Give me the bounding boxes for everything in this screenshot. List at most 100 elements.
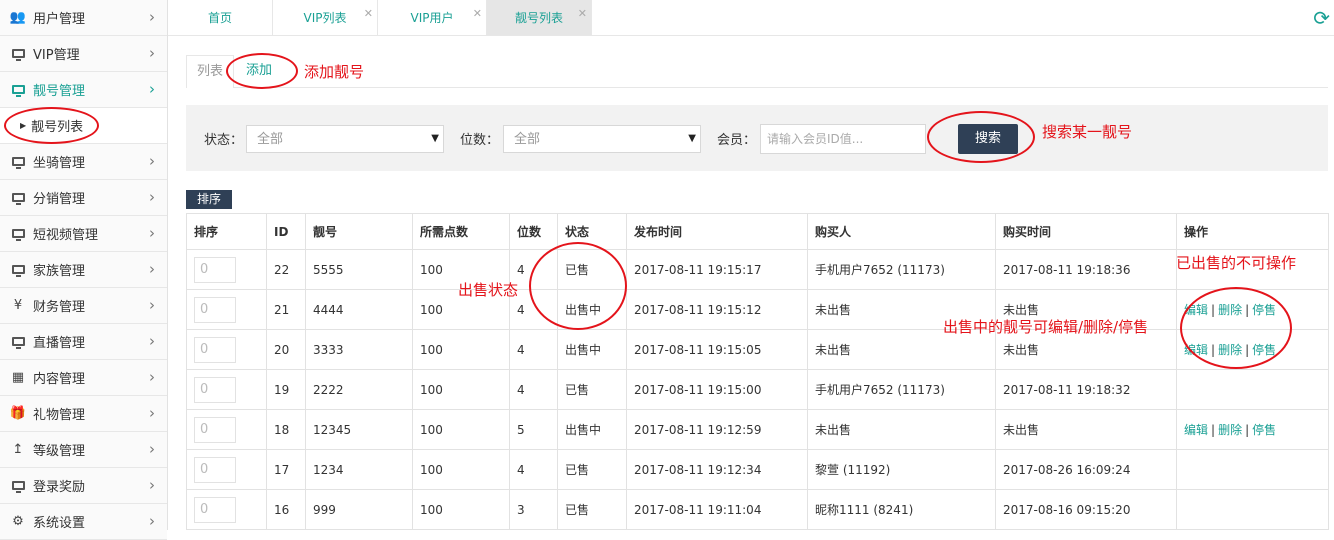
chevron-right-icon: ›	[149, 476, 155, 494]
sidebar-item[interactable]: VIP管理 ›	[0, 36, 167, 72]
status-filter-select[interactable]: 全部 ▼	[246, 125, 444, 153]
cell-number: 2222	[305, 369, 413, 410]
cell-id: 20	[266, 329, 306, 370]
close-icon[interactable]: ✕	[364, 0, 373, 32]
cell-points: 100	[412, 489, 510, 530]
sidebar-item[interactable]: 分销管理 ›	[0, 180, 167, 216]
dropdown-arrow-icon: ▼	[431, 133, 439, 144]
sort-cell: 0	[186, 409, 267, 450]
sort-input[interactable]: 0	[194, 456, 236, 483]
monitor-icon	[8, 337, 28, 349]
chevron-right-icon: ›	[149, 260, 155, 278]
cell-number: 5555	[305, 249, 413, 290]
table-row: 0 17 1234 100 4 已售 2017-08-11 19:12:34 黎萱 (1119…	[186, 449, 1329, 490]
sort-cell: 0	[186, 449, 267, 490]
tab-number-list[interactable]: 靓号列表 ✕	[487, 0, 592, 35]
sort-input[interactable]: 0	[194, 416, 236, 443]
cell-number: 4444	[305, 289, 413, 330]
cell-points: 100	[412, 449, 510, 490]
delete-link[interactable]: 删除	[1218, 423, 1242, 437]
cell-number: 3333	[305, 329, 413, 370]
monitor-icon	[8, 193, 28, 205]
column-header: 所需点数	[412, 213, 510, 250]
close-icon[interactable]: ✕	[473, 0, 482, 32]
monitor-icon	[8, 229, 28, 241]
tab-vip-list[interactable]: VIP列表 ✕	[273, 0, 378, 35]
cell-buy_time: 未出售	[995, 409, 1177, 450]
cell-publish: 2017-08-11 19:15:05	[626, 329, 808, 370]
sidebar-item[interactable]: ▦ 内容管理 ›	[0, 360, 167, 396]
annotation-circle	[1180, 287, 1292, 369]
member-id-input[interactable]: 请输入会员ID值...	[760, 124, 926, 154]
sidebar-item[interactable]: 👥 用户管理 ›	[0, 0, 167, 36]
sidebar-item[interactable]: ↥ 等级管理 ›	[0, 432, 167, 468]
chevron-right-icon: ›	[149, 332, 155, 350]
sidebar-item[interactable]: 登录奖励 ›	[0, 468, 167, 504]
sidebar-item[interactable]: 家族管理 ›	[0, 252, 167, 288]
dropdown-arrow-icon: ▼	[688, 133, 696, 144]
sidebar-item-label: 内容管理	[33, 372, 86, 387]
sort-input[interactable]: 0	[194, 336, 236, 363]
sidebar-item[interactable]: 直播管理 ›	[0, 324, 167, 360]
sidebar-item[interactable]: ¥ 财务管理 ›	[0, 288, 167, 324]
tab-vip-users[interactable]: VIP用户 ✕	[378, 0, 487, 35]
sort-input[interactable]: 0	[194, 496, 236, 523]
chevron-right-icon: ›	[149, 8, 155, 26]
close-icon[interactable]: ✕	[578, 0, 587, 32]
sidebar-item-label: 礼物管理	[33, 408, 86, 423]
tab-home[interactable]: 首页	[168, 0, 273, 35]
cell-digits: 3	[509, 489, 558, 530]
chevron-right-icon: ›	[149, 188, 155, 206]
sidebar-item[interactable]: ⚙ 系统设置 ›	[0, 504, 167, 540]
sidebar-item[interactable]: 短视频管理 ›	[0, 216, 167, 252]
chevron-right-icon: ›	[149, 440, 155, 458]
table-header-row: 排序 ID 靓号 所需点数 位数 状态 发布时间 购买人 购买时间 操作	[186, 213, 1329, 250]
cell-number: 1234	[305, 449, 413, 490]
digits-filter-select[interactable]: 全部 ▼	[503, 125, 701, 153]
chevron-right-icon: ›	[149, 224, 155, 242]
sidebar-item-label: VIP管理	[33, 48, 80, 63]
sidebar-item-label: 短视频管理	[33, 228, 99, 243]
cell-number: 999	[305, 489, 413, 530]
sort-button[interactable]: 排序	[186, 190, 232, 209]
table-row: 0 20 3333 100 4 出售中 2017-08-11 19:15:05 未出售 未出售编…	[186, 329, 1329, 370]
tab-bar: 首页 VIP列表 ✕ VIP用户 ✕ 靓号列表 ✕ ⟳	[168, 0, 1334, 36]
cell-points: 100	[412, 369, 510, 410]
stop-sale-link[interactable]: 停售	[1252, 423, 1276, 437]
refresh-icon[interactable]: ⟳	[1313, 6, 1330, 30]
chevron-right-icon: ›	[149, 152, 155, 170]
sidebar-item[interactable]: 坐骑管理 ›	[0, 144, 167, 180]
sidebar-item-label: 家族管理	[33, 264, 86, 279]
sidebar: 👥 用户管理 › VIP管理 › 靓号管理 › ▶ 靓号列表 坐骑管理 › 分销管理 › 短视频管理 › 家族…	[0, 0, 168, 540]
sidebar-item[interactable]: 🎁 礼物管理 ›	[0, 396, 167, 432]
table-row: 0 22 5555 100 4 已售 2017-08-11 19:15:17 手机用户7652…	[186, 249, 1329, 290]
annotation-onsale-ops: 出售中的靓号可编辑/删除/停售	[943, 318, 1149, 336]
cell-digits: 5	[509, 409, 558, 450]
sidebar-item-label: 靓号管理	[33, 84, 86, 99]
column-header: 排序	[186, 213, 267, 250]
level-up-icon: ↥	[12, 442, 24, 457]
sidebar-item[interactable]: 靓号管理 ›	[0, 72, 167, 108]
sidebar-item-label: 分销管理	[33, 192, 86, 207]
sort-input[interactable]: 0	[194, 376, 236, 403]
sort-input[interactable]: 0	[194, 296, 236, 323]
cell-status: 已售	[557, 489, 627, 530]
status-filter-value: 全部	[257, 132, 284, 147]
sidebar-item-label: 用户管理	[33, 12, 86, 27]
digits-filter-label: 位数：	[460, 133, 500, 148]
cell-buy_time: 2017-08-26 16:09:24	[995, 449, 1177, 490]
edit-link[interactable]: 编辑	[1184, 423, 1208, 437]
cell-publish: 2017-08-11 19:11:04	[626, 489, 808, 530]
annotation-circle	[927, 111, 1035, 163]
cell-status: 出售中	[557, 409, 627, 450]
cell-ops	[1176, 489, 1329, 530]
cell-publish: 2017-08-11 19:15:12	[626, 289, 808, 330]
cell-buyer: 黎萱 (11192)	[807, 449, 996, 490]
cell-publish: 2017-08-11 19:15:17	[626, 249, 808, 290]
sort-input[interactable]: 0	[194, 256, 236, 283]
cell-number: 12345	[305, 409, 413, 450]
sidebar-item-label: 直播管理	[33, 336, 86, 351]
cell-buy_time: 2017-08-16 09:15:20	[995, 489, 1177, 530]
chevron-right-icon: ›	[149, 368, 155, 386]
monitor-icon	[8, 481, 28, 493]
